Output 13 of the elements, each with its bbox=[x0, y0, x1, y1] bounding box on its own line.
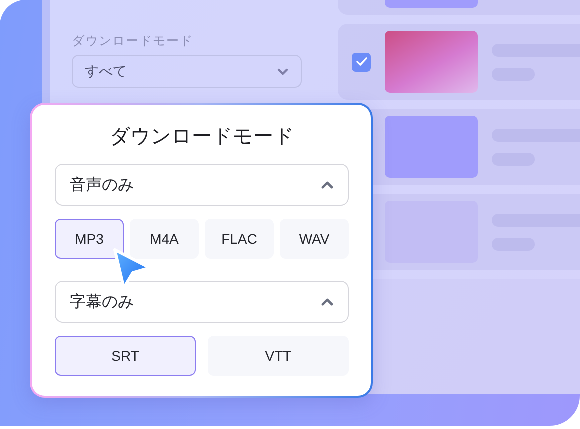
format-dropdown[interactable]: 音声のみ bbox=[55, 164, 349, 206]
checkbox[interactable] bbox=[352, 52, 371, 72]
format-option[interactable]: SRT bbox=[55, 336, 196, 376]
popup-title: ダウンロードモード bbox=[108, 125, 296, 150]
format-option[interactable]: FLAC bbox=[205, 219, 274, 259]
checkmark-icon bbox=[356, 57, 368, 67]
format-option[interactable]: WAV bbox=[280, 219, 349, 259]
format-dropdown[interactable]: 字幕のみ bbox=[55, 281, 349, 323]
format-option[interactable]: MP3 bbox=[55, 219, 124, 259]
field-label: ダウンロードモード bbox=[72, 33, 194, 50]
mode-dropdown[interactable]: すべて bbox=[72, 55, 302, 88]
format-option[interactable]: VTT bbox=[208, 336, 349, 376]
format-option[interactable]: M4A bbox=[130, 219, 199, 259]
